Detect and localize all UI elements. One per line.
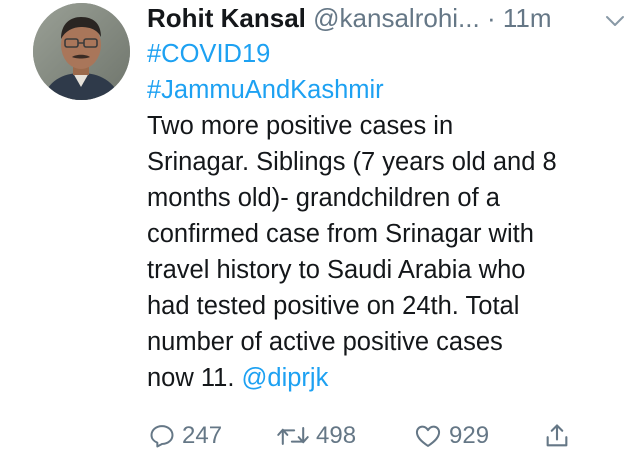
tweet-text-line: had tested positive on 24th. Total bbox=[147, 292, 520, 320]
hashtag-link[interactable]: #COVID19 bbox=[147, 36, 627, 72]
tweet-text-line: months old)- grandchildren of a bbox=[147, 184, 500, 212]
like-button[interactable]: 929 bbox=[413, 418, 489, 454]
heart-icon bbox=[415, 425, 441, 447]
chevron-down-icon[interactable] bbox=[603, 6, 627, 30]
share-icon bbox=[546, 424, 568, 447]
tweet-text-line: travel history to Saudi Arabia who bbox=[147, 256, 526, 284]
share-button[interactable] bbox=[543, 418, 571, 454]
tweet-header: Rohit Kansal @kansalrohi... · 11m bbox=[147, 0, 627, 36]
tweet-text: #COVID19 #JammuAndKashmir Two more posit… bbox=[147, 36, 627, 396]
tweet[interactable]: Rohit Kansal @kansalrohi... · 11m #COVID… bbox=[0, 0, 640, 458]
mention-link[interactable]: @diprjk bbox=[242, 364, 329, 392]
separator: · bbox=[486, 3, 496, 33]
retweet-icon bbox=[277, 427, 309, 445]
tweet-text-line: now 11. bbox=[147, 364, 235, 392]
retweet-button[interactable]: 498 bbox=[276, 418, 356, 454]
like-count: 929 bbox=[449, 422, 490, 449]
retweet-count: 498 bbox=[316, 422, 357, 449]
tweet-text-line: Two more positive cases in bbox=[147, 112, 454, 140]
display-name[interactable]: Rohit Kansal bbox=[147, 3, 306, 33]
tweet-text-line: number of active positive cases bbox=[147, 328, 503, 356]
reply-count: 247 bbox=[182, 422, 223, 449]
reply-icon bbox=[150, 425, 174, 448]
avatar[interactable] bbox=[33, 3, 130, 100]
user-handle[interactable]: @kansalrohi... bbox=[313, 3, 480, 33]
tweet-actions: 247 498 929 bbox=[148, 418, 588, 454]
tweet-text-line: Srinagar. Siblings (7 years old and 8 bbox=[147, 148, 557, 176]
tweet-content: Rohit Kansal @kansalrohi... · 11m #COVID… bbox=[147, 0, 627, 396]
timestamp[interactable]: 11m bbox=[503, 3, 552, 33]
hashtag-link[interactable]: #JammuAndKashmir bbox=[147, 72, 627, 108]
reply-button[interactable]: 247 bbox=[148, 418, 222, 454]
profile-photo bbox=[33, 3, 130, 100]
tweet-text-last-line: now 11. @diprjk bbox=[147, 360, 627, 396]
tweet-text-line: confirmed case from Srinagar with bbox=[147, 220, 534, 248]
